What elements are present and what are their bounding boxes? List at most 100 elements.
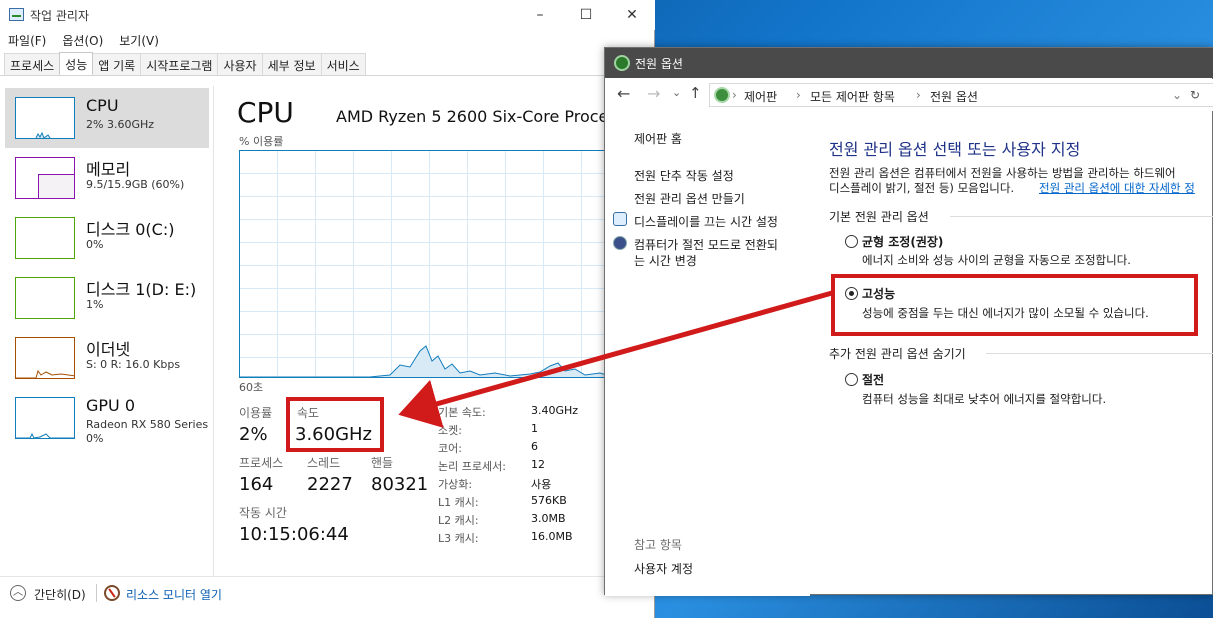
sidebar-item-label: 디스크 1(D: E:) <box>86 280 197 299</box>
power-saver-plan-desc: 컴퓨터 성능을 최대로 낮추어 에너지를 절약합니다. <box>862 392 1107 406</box>
tab-bar: 프로세스 성능 앱 기록 시작프로그램 사용자 세부 정보 서비스 <box>4 52 366 75</box>
menu-bar: 파일(F) 옵션(O) 보기(V) <box>0 32 167 50</box>
balanced-radio[interactable] <box>845 235 858 248</box>
sleep-time-link-cont[interactable]: 는 시간 변경 <box>634 252 697 269</box>
up-arrow-icon[interactable]: ↑ <box>689 84 702 102</box>
sidebar-item-disk-0[interactable]: 디스크 0(C:) 0% <box>5 208 209 268</box>
cpu-detail-panel: CPU AMD Ryzen 5 2600 Six-Core Process % … <box>215 86 655 576</box>
maximize-button[interactable]: ☐ <box>563 4 609 26</box>
sleep-time-link[interactable]: 컴퓨터가 절전 모드로 전환되 <box>634 236 778 253</box>
detail-value: 3.40GHz <box>531 404 579 417</box>
intro-text-line2: 디스플레이 밝기, 절전 등) 모음입니다. <box>829 181 1015 195</box>
page-title: CPU <box>237 96 294 129</box>
task-manager-titlebar[interactable]: 작업 관리자 – ☐ ✕ <box>0 0 655 30</box>
recent-locations-icon[interactable]: ⌄ <box>672 86 681 99</box>
sidebar-item-gpu[interactable]: GPU 0 Radeon RX 580 Series 0% <box>5 388 209 448</box>
breadcrumb-all-items[interactable]: 모든 제어판 항목 <box>810 88 895 105</box>
minimize-button[interactable]: – <box>517 4 563 26</box>
display-off-time-link[interactable]: 디스플레이를 끄는 시간 설정 <box>634 213 778 230</box>
sidebar-item-cpu[interactable]: CPU 2% 3.60GHz <box>5 88 209 148</box>
user-accounts-link[interactable]: 사용자 계정 <box>634 560 693 577</box>
handles-value: 80321 <box>371 474 429 495</box>
chevron-down-icon[interactable]: ⌄ <box>1172 88 1182 102</box>
tab-startup[interactable]: 시작프로그램 <box>140 53 219 75</box>
tab-processes[interactable]: 프로세스 <box>4 53 61 75</box>
detail-key: L3 캐시: <box>438 532 479 545</box>
refresh-icon[interactable]: ↻ <box>1190 88 1200 102</box>
menu-file[interactable]: 파일(F) <box>8 34 46 48</box>
control-panel-icon <box>714 87 730 103</box>
detail-key: L1 캐시: <box>438 496 479 509</box>
balanced-plan-desc: 에너지 소비와 성능 사이의 균형을 자동으로 조정합니다. <box>862 253 1131 267</box>
create-power-plan-link[interactable]: 전원 관리 옵션 만들기 <box>634 190 745 207</box>
tab-app-history[interactable]: 앱 기록 <box>92 53 142 75</box>
detail-value: 16.0MB <box>531 530 573 543</box>
ethernet-thumbnail-graph <box>15 337 75 379</box>
sidebar-item-label: 메모리 <box>86 160 131 179</box>
gpu-thumbnail-graph <box>15 397 75 439</box>
sidebar-item-disk-1[interactable]: 디스크 1(D: E:) 1% <box>5 268 209 328</box>
breadcrumb-control-panel[interactable]: 제어판 <box>744 88 777 105</box>
forward-arrow-icon[interactable]: → <box>647 84 660 103</box>
extra-plans-header[interactable]: 추가 전원 관리 옵션 숨기기 <box>829 345 966 362</box>
detail-value: 576KB <box>531 494 567 507</box>
detail-key: 기본 속도: <box>438 406 486 419</box>
power-button-settings-link[interactable]: 전원 단추 작동 설정 <box>634 167 734 184</box>
learn-more-link[interactable]: 전원 관리 옵션에 대한 자세한 정 <box>1039 180 1195 196</box>
task-manager-app-icon <box>9 8 24 21</box>
cpu-usage-graph <box>239 150 619 378</box>
intro-text-line1: 전원 관리 옵션은 컴퓨터에서 전원을 사용하는 방법을 관리하는 하드웨어 <box>829 166 1176 180</box>
left-navigation-pane: 제어판 홈 전원 단추 작동 설정 전원 관리 옵션 만들기 디스플레이를 끄는… <box>605 112 810 596</box>
fewer-details-link[interactable]: 간단히(D) <box>34 586 86 603</box>
processes-value: 164 <box>239 474 274 495</box>
control-panel-home-link[interactable]: 제어판 홈 <box>634 130 682 147</box>
threads-label: 스레드 <box>307 456 341 470</box>
detail-value: 1 <box>531 422 538 435</box>
tab-users[interactable]: 사용자 <box>217 53 263 75</box>
sidebar-item-value: Radeon RX 580 Series <box>86 418 209 431</box>
chevron-right-icon: › <box>732 88 737 102</box>
detail-value: 12 <box>531 458 545 471</box>
basic-plans-header: 기본 전원 관리 옵션 <box>829 210 929 224</box>
page-heading: 전원 관리 옵션 선택 또는 사용자 지정 <box>829 140 1081 159</box>
tab-divider <box>0 75 655 76</box>
section-divider <box>986 353 1213 354</box>
breadcrumb[interactable]: › 제어판 › 모든 제어판 항목 › 전원 옵션 ⌄ ↻ <box>709 83 1213 107</box>
sidebar-item-ethernet[interactable]: 이더넷 S: 0 R: 16.0 Kbps <box>5 328 209 388</box>
resource-monitor-icon <box>104 585 120 601</box>
sidebar-item-value: 9.5/15.9GB (60%) <box>86 178 185 191</box>
sidebar-item-value-2: 0% <box>86 432 104 445</box>
usage-value: 2% <box>239 424 268 445</box>
breadcrumb-power-options[interactable]: 전원 옵션 <box>930 88 978 105</box>
power-options-app-icon <box>614 55 630 71</box>
cpu-model-name: AMD Ryzen 5 2600 Six-Core Process <box>336 107 626 126</box>
detail-key: L2 캐시: <box>438 514 479 527</box>
sidebar-item-memory[interactable]: 메모리 9.5/15.9GB (60%) <box>5 148 209 208</box>
resource-monitor-link[interactable]: 리소스 모니터 열기 <box>126 586 222 603</box>
detail-key: 코어: <box>438 442 462 455</box>
tab-performance[interactable]: 성능 <box>59 52 94 74</box>
sidebar-item-label: CPU <box>86 96 119 115</box>
back-arrow-icon[interactable]: ← <box>617 84 630 103</box>
tab-details[interactable]: 세부 정보 <box>261 53 322 75</box>
power-saver-radio[interactable] <box>845 373 858 386</box>
menu-options[interactable]: 옵션(O) <box>62 34 103 48</box>
handles-label: 핸들 <box>371 456 394 470</box>
footer-bar: ︿ 간단히(D) 리소스 모니터 열기 <box>0 576 655 618</box>
power-saver-plan-name[interactable]: 절전 <box>862 371 884 388</box>
graph-y-label: % 이용률 <box>239 135 284 148</box>
close-button[interactable]: ✕ <box>609 4 655 26</box>
sidebar-item-value: 0% <box>86 238 104 251</box>
menu-view[interactable]: 보기(V) <box>119 34 159 48</box>
chevron-up-icon[interactable]: ︿ <box>10 585 26 601</box>
power-options-titlebar[interactable]: 전원 옵션 <box>605 48 1213 78</box>
uptime-label: 작동 시간 <box>239 506 287 520</box>
clock-icon <box>613 212 627 226</box>
detail-value: 3.0MB <box>531 512 566 525</box>
address-bar: ← → ⌄ ↑ › 제어판 › 모든 제어판 항목 › 전원 옵션 ⌄ ↻ <box>605 79 1213 111</box>
detail-key: 논리 프로세서: <box>438 460 506 473</box>
tab-services[interactable]: 서비스 <box>320 53 366 75</box>
task-manager-window: 작업 관리자 – ☐ ✕ 파일(F) 옵션(O) 보기(V) 프로세스 성능 앱 기… <box>0 0 655 618</box>
performance-sidebar: CPU 2% 3.60GHz 메모리 9.5/15.9GB (60%) 디스크 … <box>0 86 214 576</box>
balanced-plan-name[interactable]: 균형 조정(권장) <box>862 233 943 250</box>
